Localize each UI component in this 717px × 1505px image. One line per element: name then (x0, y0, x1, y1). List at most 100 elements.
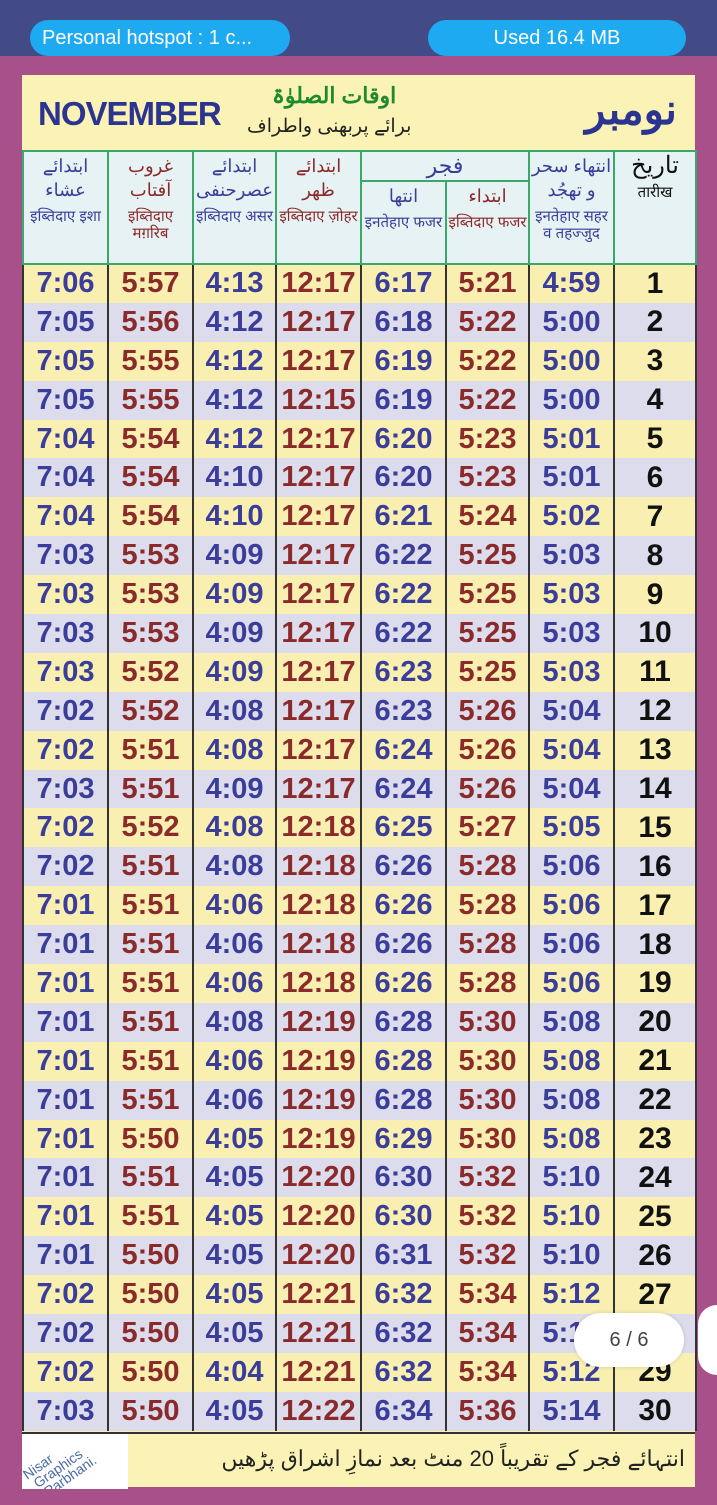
time-cell: 5:52 (107, 691, 194, 731)
time-cell: 7:01 (22, 1002, 109, 1042)
time-cell: 12:17 (275, 458, 362, 498)
time-cell: 4:09 (192, 769, 277, 809)
time-cell: 12:15 (275, 380, 362, 420)
time-cell: 5:00 (528, 380, 616, 420)
time-cell: 12:17 (275, 614, 362, 653)
time-cell: 5:52 (107, 808, 194, 848)
table-row: 7:03 5:51 4:09 12:17 6:24 5:26 5:04 14 (22, 769, 698, 809)
hotspot-status-pill[interactable]: Personal hotspot : 1 c... (30, 20, 290, 56)
header-hi: इब्तिदाए मग़रिब (127, 208, 174, 242)
header-fajr-group: فجر (359, 150, 531, 182)
time-cell: 7:02 (22, 1314, 109, 1353)
time-cell: 7:06 (22, 264, 109, 303)
time-cell: 5:34 (444, 1275, 531, 1315)
time-cell: 4:09 (192, 614, 277, 653)
time-cell: 5:56 (107, 302, 194, 342)
time-cell: 6:32 (360, 1314, 447, 1353)
time-cell: 7:05 (22, 302, 109, 342)
time-cell: 5:10 (528, 1158, 616, 1198)
time-cell: 6:18 (360, 302, 447, 342)
time-cell: 7:04 (22, 497, 109, 537)
time-cell: 5:50 (107, 1275, 194, 1315)
time-cell: 12:19 (275, 1041, 362, 1081)
time-cell: 12:17 (275, 341, 362, 381)
time-cell: 5:28 (444, 886, 531, 926)
time-cell: 12:19 (275, 1002, 362, 1042)
time-cell: 12:20 (275, 1236, 362, 1276)
time-cell: 5:53 (107, 614, 194, 653)
header-hi: इनतेहाए सहर व तहज्जुद (535, 208, 608, 242)
time-cell: 5:26 (444, 730, 531, 770)
date-cell: 17 (613, 886, 698, 926)
time-cell: 6:21 (360, 497, 447, 537)
time-cell: 4:05 (192, 1119, 277, 1159)
table-row: 7:03 5:52 4:09 12:17 6:23 5:25 5:03 11 (22, 652, 698, 692)
time-cell: 5:04 (528, 769, 616, 809)
header-col-5: ابتداء इब्तिदाए फजर (444, 180, 531, 265)
time-cell: 7:02 (22, 691, 109, 731)
time-cell: 5:21 (444, 264, 531, 303)
time-cell: 4:08 (192, 1002, 277, 1042)
time-cell: 7:03 (22, 769, 109, 809)
time-cell: 5:06 (528, 886, 616, 926)
time-cell: 6:22 (360, 614, 447, 653)
time-cell: 5:50 (107, 1119, 194, 1159)
time-cell: 7:04 (22, 458, 109, 498)
time-cell: 7:02 (22, 808, 109, 848)
time-cell: 5:54 (107, 419, 194, 459)
time-cell: 12:19 (275, 1119, 362, 1159)
time-cell: 6:28 (360, 1080, 447, 1120)
time-cell: 7:03 (22, 536, 109, 576)
column-headers: ابتدائے عشاء इब्तिदाए इशा غروب آفتاب इब्तिद… (22, 150, 698, 265)
time-cell: 5:51 (107, 886, 194, 926)
data-usage-pill[interactable]: Used 16.4 MB (428, 20, 686, 56)
time-cell: 7:01 (22, 925, 109, 965)
side-button[interactable] (698, 1305, 717, 1375)
time-cell: 6:25 (360, 808, 447, 848)
time-cell: 4:06 (192, 964, 277, 1003)
table-row: 7:01 5:51 4:05 12:20 6:30 5:32 5:10 25 (22, 1197, 698, 1237)
date-cell: 25 (613, 1197, 698, 1237)
time-cell: 5:54 (107, 458, 194, 498)
time-cell: 7:01 (22, 1158, 109, 1198)
time-cell: 12:17 (275, 769, 362, 809)
time-cell: 5:30 (444, 1119, 531, 1159)
time-cell: 5:53 (107, 536, 194, 576)
time-cell: 4:08 (192, 847, 277, 887)
time-cell: 4:59 (528, 264, 616, 303)
table-row: 7:01 5:51 4:08 12:19 6:28 5:30 5:08 20 (22, 1002, 698, 1042)
time-cell: 4:10 (192, 458, 277, 498)
time-cell: 6:24 (360, 730, 447, 770)
time-cell: 6:29 (360, 1119, 447, 1159)
header-hi: इब्तिदाए इशा (30, 208, 101, 225)
time-cell: 4:09 (192, 536, 277, 576)
time-cell: 5:23 (444, 419, 531, 459)
header-ur: انتهاء سحر و تهجُد (531, 156, 612, 200)
time-cell: 7:01 (22, 1197, 109, 1237)
time-cell: 7:02 (22, 847, 109, 887)
time-cell: 4:06 (192, 886, 277, 926)
fajr-label: فجر (426, 153, 464, 178)
header-ur: انتها (388, 186, 419, 206)
date-cell: 7 (613, 497, 698, 537)
date-cell: 24 (613, 1158, 698, 1198)
header-ur: ابتداء (468, 186, 507, 206)
time-cell: 5:53 (107, 575, 194, 615)
time-cell: 5:12 (528, 1275, 616, 1315)
ishraq-note: انتہائے فجر کے تقریباً 20 منٹ بعد نمازِ … (221, 1446, 685, 1471)
time-cell: 5:01 (528, 419, 616, 459)
timetable-footer: Nisar Graphics Parbhani. انتہائے فجر کے … (22, 1432, 695, 1489)
time-cell: 6:26 (360, 847, 447, 887)
prayer-timetable: NOVEMBER اوقات الصلوٰۃ برائے پربھنی واطر… (22, 75, 698, 1489)
time-cell: 12:18 (275, 808, 362, 848)
time-cell: 12:21 (275, 1352, 362, 1392)
time-cell: 7:03 (22, 614, 109, 653)
table-row: 7:05 5:55 4:12 12:17 6:19 5:22 5:00 3 (22, 341, 698, 381)
table-row: 7:04 5:54 4:10 12:17 6:21 5:24 5:02 7 (22, 497, 698, 537)
time-cell: 5:22 (444, 341, 531, 381)
time-cell: 6:24 (360, 769, 447, 809)
header-hi: इब्तिदाए असर (196, 208, 273, 225)
time-cell: 5:28 (444, 964, 531, 1003)
time-cell: 12:18 (275, 925, 362, 965)
time-cell: 6:34 (360, 1391, 447, 1431)
